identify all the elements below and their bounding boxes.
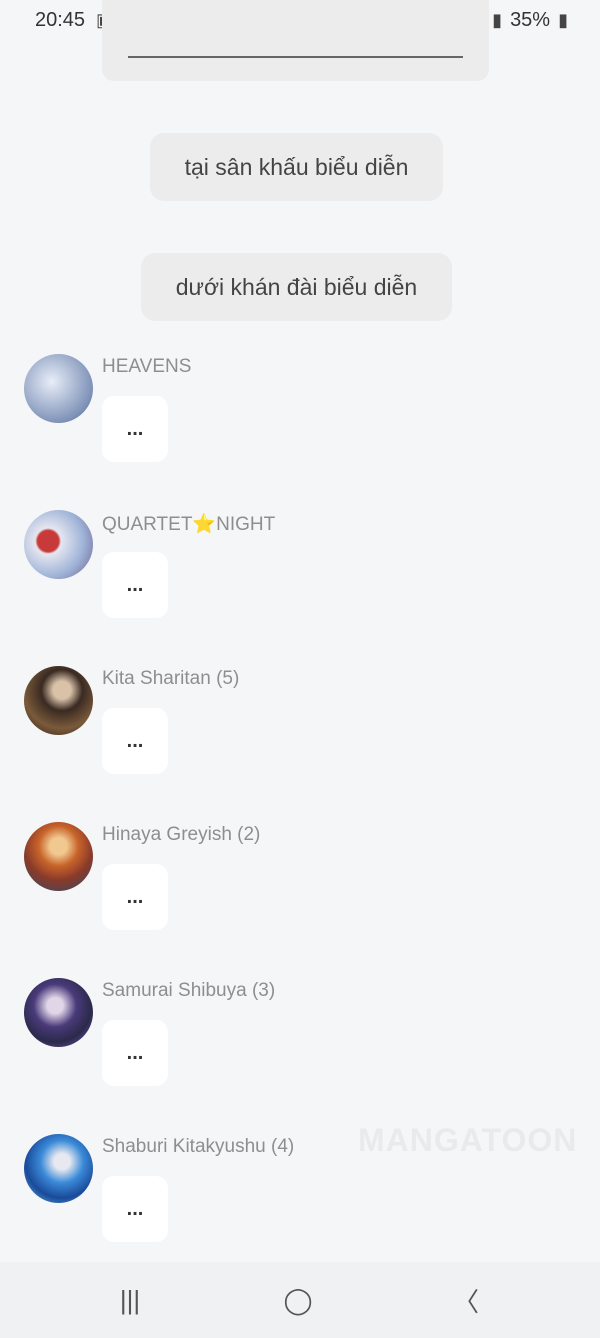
avatar[interactable] (24, 510, 93, 579)
avatar[interactable] (24, 822, 93, 891)
input-underline (128, 56, 463, 58)
character-message-row: HEAVENS ... (0, 354, 600, 504)
character-message-row: QUARTET⭐NIGHT ... (0, 510, 600, 660)
character-name: Samurai Shibuya (3) (102, 980, 276, 1001)
status-time: 20:45 (35, 9, 86, 31)
watermark: MANGATOON (358, 1122, 578, 1158)
message-bubble[interactable]: ... (102, 1176, 168, 1242)
avatar[interactable] (24, 666, 93, 735)
recent-apps-icon: ||| (119, 1284, 141, 1315)
narration-bubble-1: tại sân khấu biểu diễn (150, 133, 443, 201)
home-icon: ◯ (283, 1284, 313, 1315)
character-name: Hinaya Greyish (2) (102, 824, 261, 845)
battery-text: 35% (510, 9, 551, 31)
message-bubble[interactable]: ... (102, 708, 168, 774)
character-name: Kita Sharitan (5) (102, 668, 240, 689)
narration-bubble-2: dưới khán đài biểu diễn (141, 253, 452, 321)
message-bubble[interactable]: ... (102, 1020, 168, 1086)
character-name: Shaburi Kitakyushu (4) (102, 1136, 295, 1157)
battery-icon: ▮ (558, 10, 568, 30)
home-button[interactable]: ◯ (273, 1280, 323, 1320)
character-name: HEAVENS (102, 356, 192, 377)
character-message-row: Kita Sharitan (5) ... (0, 666, 600, 816)
avatar[interactable] (24, 978, 93, 1047)
navigation-bar: ||| ◯ 〈 (0, 1262, 600, 1338)
back-icon: 〈 (452, 1286, 479, 1317)
message-bubble[interactable]: ... (102, 552, 168, 618)
message-bubble[interactable]: ... (102, 864, 168, 930)
signal-icon: ▮ (492, 10, 503, 30)
narration-text-2: dưới khán đài biểu diễn (175, 273, 418, 300)
character-message-row: Hinaya Greyish (2) ... (0, 822, 600, 972)
avatar[interactable] (24, 1134, 93, 1203)
narration-text-1: tại sân khấu biểu diễn (184, 153, 409, 180)
message-bubble[interactable]: ... (102, 396, 168, 462)
recent-apps-button[interactable]: ||| (105, 1280, 155, 1320)
avatar[interactable] (24, 354, 93, 423)
top-message-bubble (102, 0, 489, 81)
character-name: QUARTET⭐NIGHT (102, 514, 276, 535)
character-message-row: Samurai Shibuya (3) ... (0, 978, 600, 1128)
back-button[interactable]: 〈 (441, 1280, 491, 1320)
